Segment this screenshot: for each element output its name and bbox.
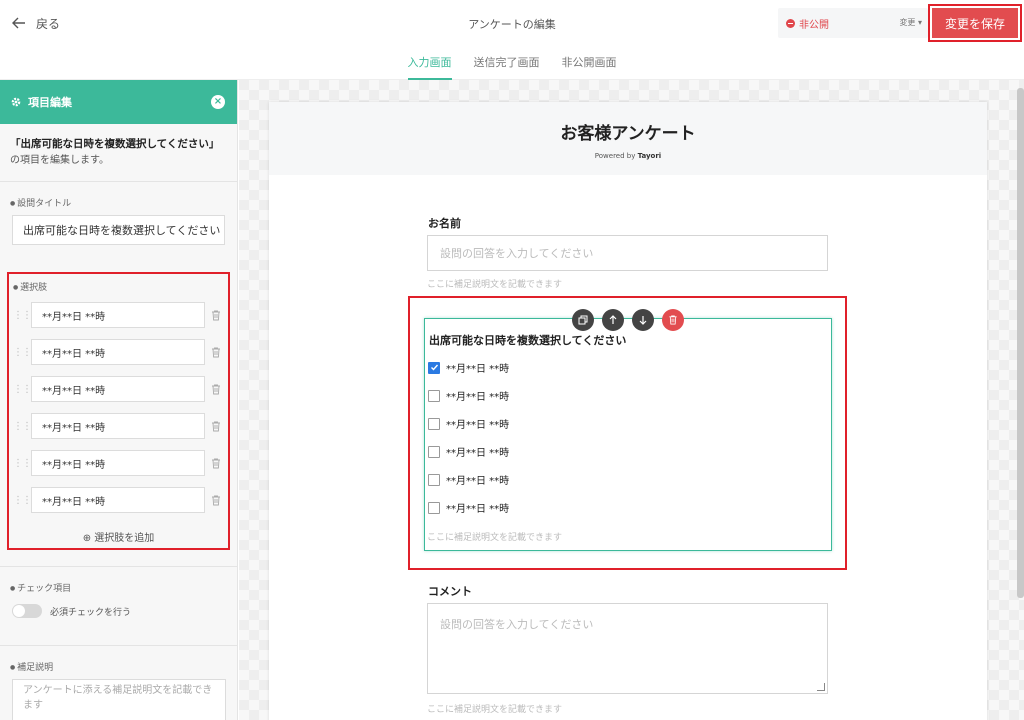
choice-row: ⋮⋮ **月**日 **時 <box>13 374 226 404</box>
checkbox[interactable] <box>428 445 440 458</box>
drag-handle-icon[interactable]: ⋮⋮ <box>13 347 32 358</box>
screen-tabs: 入力画面 送信完了画面 非公開画面 <box>0 54 1024 81</box>
trash-icon[interactable] <box>207 454 225 473</box>
tab-complete[interactable]: 送信完了画面 <box>474 54 540 81</box>
arrow-down-icon[interactable] <box>632 309 654 331</box>
multi-choice-question-card[interactable] <box>424 318 832 551</box>
choice-row: ⋮⋮ **月**日 **時 <box>13 448 226 478</box>
trash-icon[interactable] <box>207 306 225 325</box>
choice-input[interactable]: **月**日 **時 <box>31 450 205 476</box>
trash-icon[interactable] <box>207 380 225 399</box>
drag-handle-icon[interactable]: ⋮⋮ <box>13 458 32 469</box>
close-icon[interactable]: × <box>211 95 225 109</box>
edit-target-description: 「出席可能な日時を複数選択してください」 の項目を編集します。 <box>0 124 237 182</box>
checkbox[interactable] <box>428 389 440 402</box>
name-input[interactable]: 設問の回答を入力してください <box>427 235 828 271</box>
trash-icon[interactable] <box>207 417 225 436</box>
choice-input[interactable]: **月**日 **時 <box>31 302 205 328</box>
save-button[interactable]: 変更を保存 <box>932 8 1018 38</box>
target-suffix: の項目を編集します。 <box>10 155 109 166</box>
required-toggle[interactable] <box>12 604 42 618</box>
top-header: 戻る アンケートの編集 非公開 変更 ▾ 変更を保存 入力画面 送信完了画面 非… <box>0 0 1024 81</box>
required-label: 必須チェックを行う <box>50 607 132 618</box>
option-label: **月**日 **時 <box>446 364 510 375</box>
checkbox-option[interactable]: **月**日 **時 <box>428 388 509 403</box>
status-label: 非公開 <box>799 20 829 31</box>
option-label: **月**日 **時 <box>446 448 510 459</box>
name-question-label: お名前 <box>428 217 461 230</box>
comment-textarea[interactable]: 設問の回答を入力してください <box>427 603 828 694</box>
checkbox[interactable] <box>428 417 440 430</box>
question-toolbar <box>572 309 684 331</box>
sidebar-header: 項目編集 × <box>0 80 237 124</box>
checkbox-option[interactable]: **月**日 **時 <box>428 444 509 459</box>
powered-by: Powered by Tayori <box>269 152 987 160</box>
checkbox-option[interactable]: **月**日 **時 <box>428 360 509 375</box>
comment-note: ここに補足説明文を記載できます <box>427 705 563 715</box>
copy-icon[interactable] <box>572 309 594 331</box>
choice-row: ⋮⋮ **月**日 **時 <box>13 300 226 330</box>
choice-input[interactable]: **月**日 **時 <box>31 376 205 402</box>
scrollbar[interactable] <box>1017 88 1024 598</box>
choice-row: ⋮⋮ **月**日 **時 <box>13 337 226 367</box>
option-label: **月**日 **時 <box>446 420 510 431</box>
multi-question-label: 出席可能な日時を複数選択してください <box>429 334 627 347</box>
gear-icon <box>11 97 21 107</box>
option-label: **月**日 **時 <box>446 476 510 487</box>
app-root: 戻る アンケートの編集 非公開 変更 ▾ 変更を保存 入力画面 送信完了画面 非… <box>0 0 1024 720</box>
trash-icon[interactable] <box>207 343 225 362</box>
drag-handle-icon[interactable]: ⋮⋮ <box>13 421 32 432</box>
add-choice-button[interactable]: ⊕ 選択肢を追加 <box>9 529 228 544</box>
drag-handle-icon[interactable]: ⋮⋮ <box>13 310 32 321</box>
checkbox-option[interactable]: **月**日 **時 <box>428 416 509 431</box>
check-label: チェック項目 <box>0 567 238 600</box>
option-label: **月**日 **時 <box>446 392 510 403</box>
required-toggle-row: 必須チェックを行う <box>0 600 238 622</box>
multi-note: ここに補足説明文を記載できます <box>427 533 563 543</box>
check-section: チェック項目 必須チェックを行う <box>0 566 238 622</box>
sidebar-title: 項目編集 <box>28 96 72 109</box>
status-selector[interactable]: 非公開 変更 ▾ <box>778 8 928 38</box>
question-title-label: 設問タイトル <box>0 182 237 215</box>
note-label: 補足説明 <box>0 646 238 679</box>
form-header: お客様アンケート Powered by Tayori <box>269 102 987 175</box>
resize-handle-icon[interactable] <box>817 683 825 691</box>
comment-placeholder: 設問の回答を入力してください <box>440 618 594 631</box>
checkbox-checked[interactable] <box>428 361 440 374</box>
note-textarea[interactable]: アンケートに添える補足説明文を記載できます <box>12 679 226 720</box>
powered-prefix: Powered by <box>594 152 636 160</box>
powered-brand: Tayori <box>637 152 662 160</box>
checkbox[interactable] <box>428 501 440 514</box>
target-question: 「出席可能な日時を複数選択してください」 <box>10 138 220 150</box>
note-section: 補足説明 アンケートに添える補足説明文を記載できます <box>0 645 238 720</box>
choices-label: 選択肢 <box>9 274 228 297</box>
checkbox[interactable] <box>428 473 440 486</box>
trash-icon[interactable] <box>662 309 684 331</box>
drag-handle-icon[interactable]: ⋮⋮ <box>13 384 32 395</box>
tab-input[interactable]: 入力画面 <box>407 54 452 81</box>
save-highlight-frame: 変更を保存 <box>928 4 1022 42</box>
checkbox-option[interactable]: **月**日 **時 <box>428 500 509 515</box>
choice-input[interactable]: **月**日 **時 <box>31 339 205 365</box>
tab-private[interactable]: 非公開画面 <box>562 54 617 81</box>
drag-handle-icon[interactable]: ⋮⋮ <box>13 495 32 506</box>
trash-icon[interactable] <box>207 491 225 510</box>
arrow-up-icon[interactable] <box>602 309 624 331</box>
private-status-icon <box>786 19 795 28</box>
choice-row: ⋮⋮ **月**日 **時 <box>13 485 226 515</box>
checkbox-option[interactable]: **月**日 **時 <box>428 472 509 487</box>
choices-section: 選択肢 ⋮⋮ **月**日 **時 ⋮⋮ **月**日 **時 ⋮⋮ **月**… <box>7 272 230 550</box>
name-note: ここに補足説明文を記載できます <box>427 280 563 290</box>
form-title: お客様アンケート <box>560 124 696 144</box>
choice-input[interactable]: **月**日 **時 <box>31 413 205 439</box>
choice-row: ⋮⋮ **月**日 **時 <box>13 411 226 441</box>
status-change-dropdown[interactable]: 変更 ▾ <box>899 17 922 28</box>
option-label: **月**日 **時 <box>446 504 510 515</box>
comment-question-label: コメント <box>428 585 472 598</box>
choice-input[interactable]: **月**日 **時 <box>31 487 205 513</box>
question-title-input[interactable]: 出席可能な日時を複数選択してください <box>12 215 225 245</box>
